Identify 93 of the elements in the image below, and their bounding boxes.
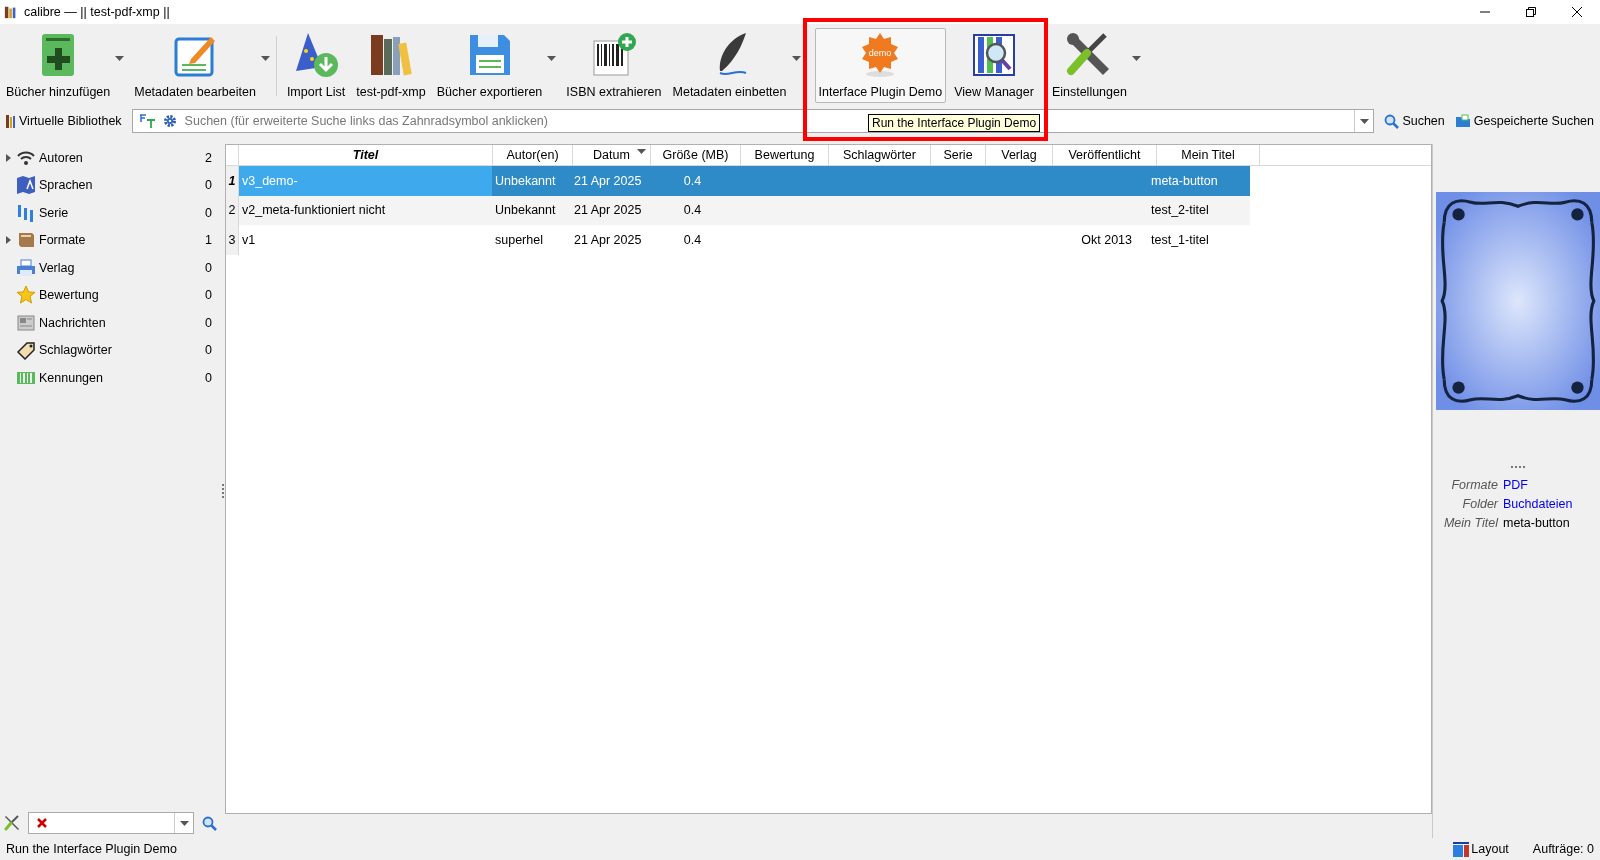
toolbar-button[interactable]: demo Interface Plugin Demo bbox=[814, 28, 947, 103]
column-header[interactable]: Schlagwörter bbox=[829, 145, 931, 165]
table-cell: Unbekannt bbox=[495, 173, 556, 188]
bars-icon bbox=[16, 202, 36, 223]
tag-browser-item[interactable]: Kennungen 0 bbox=[0, 364, 220, 392]
table-cell: 21 Apr 2025 bbox=[574, 173, 642, 188]
detail-value: meta-button bbox=[1503, 515, 1570, 532]
books-icon bbox=[6, 114, 16, 128]
detail-link[interactable]: PDF bbox=[1503, 476, 1528, 495]
caret-icon[interactable] bbox=[1359, 118, 1369, 124]
layout-button[interactable]: Layout bbox=[1453, 841, 1509, 857]
table-cell: v3_demo- bbox=[242, 173, 298, 188]
books-icon bbox=[4, 4, 18, 20]
toolbar-button[interactable]: test-pdf-xmp bbox=[352, 28, 430, 103]
column-header[interactable]: Autor(en) bbox=[493, 145, 573, 165]
tooltip: Run the Interface Plugin Demo bbox=[868, 114, 1041, 132]
column-header[interactable]: Verlag bbox=[986, 145, 1053, 165]
toolbar-button[interactable]: Metadaten einbetten bbox=[668, 28, 791, 103]
row-number: 3 bbox=[226, 225, 239, 255]
detail-label: Mein Titel bbox=[1442, 515, 1498, 532]
table-row[interactable]: 2 v2_meta-funktioniert nicht Unbekannt 21 Apr 2025 0.4 test_2-titel bbox=[226, 195, 1250, 225]
table-cell: 21 Apr 2025 bbox=[574, 203, 642, 218]
caret-icon[interactable] bbox=[547, 56, 557, 61]
printer-icon bbox=[16, 257, 36, 278]
row-number: 1 bbox=[226, 166, 239, 196]
column-header[interactable]: Datum bbox=[573, 145, 651, 165]
font-t-icon[interactable] bbox=[138, 113, 157, 129]
tag-browser-item[interactable]: Sprachen 0 bbox=[0, 171, 220, 199]
column-header[interactable]: Serie bbox=[931, 145, 986, 165]
toolbar-button[interactable]: Bücher exportieren bbox=[432, 28, 547, 103]
sort-arrow-icon[interactable] bbox=[637, 149, 646, 154]
caret-icon[interactable] bbox=[179, 820, 189, 826]
wrench-screwdriver-icon[interactable] bbox=[4, 815, 20, 831]
expand-arrow-icon[interactable] bbox=[5, 236, 11, 245]
window-title: calibre — || test-pdf-xmp || bbox=[24, 5, 170, 19]
restore-icon[interactable] bbox=[1525, 6, 1537, 18]
caret-icon[interactable] bbox=[791, 56, 801, 61]
tag-browser-item[interactable]: Verlag 0 bbox=[0, 254, 220, 282]
saved-searches-button[interactable]: Gespeicherte Suchen bbox=[1454, 114, 1594, 128]
table-row[interactable]: 1 v3_demo- Unbekannt 21 Apr 2025 0.4 meta-button bbox=[226, 166, 1250, 196]
column-header[interactable]: Veröffentlicht bbox=[1053, 145, 1157, 165]
toolbar-button[interactable]: Metadaten bearbeiten bbox=[130, 28, 260, 103]
folder-icon bbox=[1454, 114, 1471, 128]
layout-icon bbox=[1453, 841, 1470, 857]
column-header[interactable]: Mein Titel bbox=[1157, 145, 1260, 165]
caret-icon[interactable] bbox=[260, 56, 270, 61]
star-icon bbox=[16, 285, 36, 306]
toolbar-button[interactable]: Bücher hinzufügen bbox=[2, 28, 115, 103]
close-icon[interactable] bbox=[1571, 6, 1583, 18]
tag-browser-item[interactable]: Formate 1 bbox=[0, 226, 220, 254]
table-cell: meta-button bbox=[1151, 173, 1218, 188]
column-header[interactable]: Titel bbox=[239, 145, 493, 165]
toolbar-button[interactable]: ISBN extrahieren bbox=[562, 28, 666, 103]
toolbar-button[interactable]: Einstellungen bbox=[1047, 28, 1131, 103]
caret-icon[interactable] bbox=[115, 56, 125, 61]
tag-browser-item[interactable]: Bewertung 0 bbox=[0, 281, 220, 309]
row-number: 2 bbox=[226, 195, 239, 225]
tag-browser-item[interactable]: Serie 0 bbox=[0, 199, 220, 227]
settings-icon[interactable] bbox=[162, 114, 177, 128]
table-cell: 0.4 bbox=[683, 232, 702, 247]
table-cell: 0.4 bbox=[683, 173, 702, 188]
table-cell: Unbekannt bbox=[495, 203, 556, 218]
tag-browser-item[interactable]: Schlagwörter 0 bbox=[0, 336, 220, 364]
detail-label: Folder bbox=[1461, 496, 1498, 513]
virtual-library-button[interactable]: Virtuelle Bibliothek bbox=[6, 114, 122, 128]
detail-link[interactable]: Buchdateien bbox=[1503, 495, 1573, 514]
table-cell: 21 Apr 2025 bbox=[574, 232, 642, 247]
table-row[interactable]: 3 v1 superhel 21 Apr 2025 0.4 Okt 2013 test_1-titel bbox=[226, 225, 1250, 255]
table-cell: Okt 2013 bbox=[1081, 232, 1132, 247]
status-message: Run the Interface Plugin Demo bbox=[6, 842, 177, 856]
column-header[interactable]: Größe (MB) bbox=[651, 145, 741, 165]
table-cell: v2_meta-funktioniert nicht bbox=[242, 203, 386, 218]
tag-icon bbox=[16, 340, 36, 361]
table-cell: 0.4 bbox=[683, 203, 702, 218]
clear-icon[interactable] bbox=[37, 818, 47, 828]
search-icon[interactable] bbox=[202, 815, 217, 831]
table-cell: test_1-titel bbox=[1151, 232, 1209, 247]
detail-label: Formate bbox=[1450, 477, 1498, 494]
table-cell: superhel bbox=[495, 232, 543, 247]
newspaper-icon bbox=[16, 312, 36, 333]
table-cell: test_2-titel bbox=[1151, 203, 1209, 218]
search-button[interactable]: Suchen bbox=[1384, 113, 1445, 129]
map-letter-icon bbox=[16, 175, 36, 196]
expand-arrow-icon[interactable] bbox=[5, 153, 11, 162]
toolbar-button[interactable]: View Manager bbox=[950, 28, 1038, 103]
column-header[interactable]: Bewertung bbox=[741, 145, 829, 165]
jobs-status[interactable]: Aufträge: 0 bbox=[1532, 842, 1594, 856]
caret-icon[interactable] bbox=[1131, 56, 1141, 61]
tag-browser-item[interactable]: Autoren 2 bbox=[0, 144, 220, 172]
tag-browser-item[interactable]: Nachrichten 0 bbox=[0, 309, 220, 337]
toolbar-button[interactable]: Import List bbox=[282, 28, 350, 103]
search-icon bbox=[1384, 113, 1400, 129]
table-cell: v1 bbox=[242, 232, 256, 247]
